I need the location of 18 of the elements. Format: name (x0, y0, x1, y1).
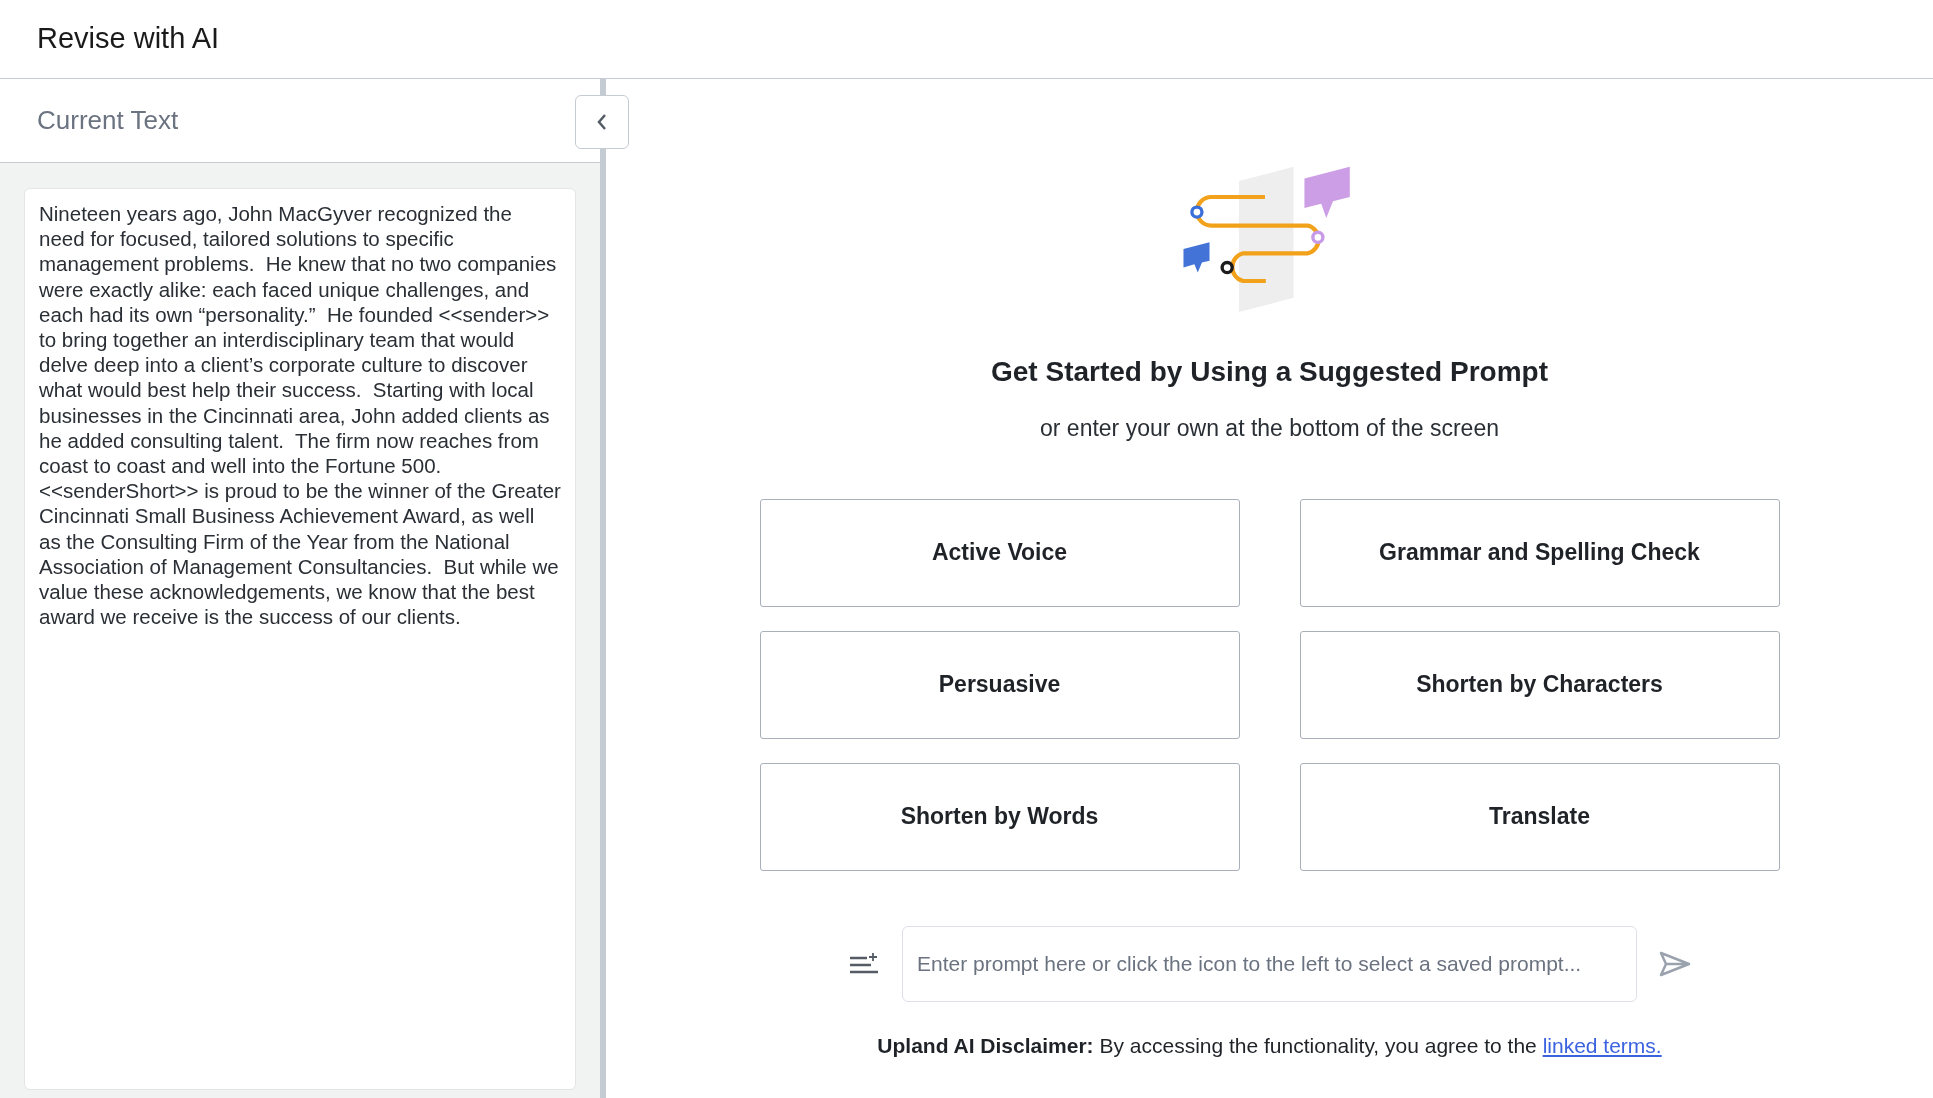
terms-link[interactable]: linked terms. (1542, 1033, 1662, 1057)
suggested-prompt-button[interactable]: Active Voice (759, 498, 1240, 607)
disclaimer: Upland AI Disclaimer: By accessing the functionality, you agree to the linked terms. (877, 1032, 1662, 1059)
heading: Get Started by Using a Suggested Prompt (991, 355, 1548, 389)
window-title: Revise with AI (37, 21, 220, 57)
list-sparkle-icon (849, 951, 879, 976)
chevron-left-icon (596, 113, 608, 131)
collapse-button[interactable] (575, 95, 629, 149)
suggested-prompt-button[interactable]: Translate (1299, 762, 1780, 871)
suggested-prompt-button[interactable]: Shorten by Words (759, 762, 1240, 871)
panel-title: Current Text (37, 104, 179, 137)
current-text: Nineteen years ago, John MacGyver recognized the need for focused, tailored solutions to specific management problems. He knew that no two companies were exactly alike: each faced unique challenges, and each had its own “personality.” He founded <<sender>> to bring together an interdisciplinary team that would delve deep into a client’s corporate culture to discover what would best help their success. Starting with local businesses in the Cincinnati area, John added clients as he added consulting talent. The firm now reaches from coast to coast and well into the Fortune 500. <<senderShort>> is proud to be the winner of the Greater Cincinnati Small Business Achievement Award, as well as the Consulting Firm of the Year from the National Association of Management Consultancies. But while we value these acknowledgements, we know that the best award we receive is the success of our clients. (39, 201, 561, 630)
prompt-input[interactable]: Enter prompt here or click the icon to the left to select a saved prompt... (902, 925, 1637, 1002)
subtitle: or enter your own at the bottom of the screen (1040, 414, 1499, 443)
suggested-prompt-button[interactable]: Shorten by Characters (1299, 630, 1780, 739)
suggested-prompt-button[interactable]: Persuasive (759, 630, 1240, 739)
send-icon (1659, 950, 1691, 977)
suggested-prompt-button[interactable]: Grammar and Spelling Check (1299, 498, 1780, 607)
